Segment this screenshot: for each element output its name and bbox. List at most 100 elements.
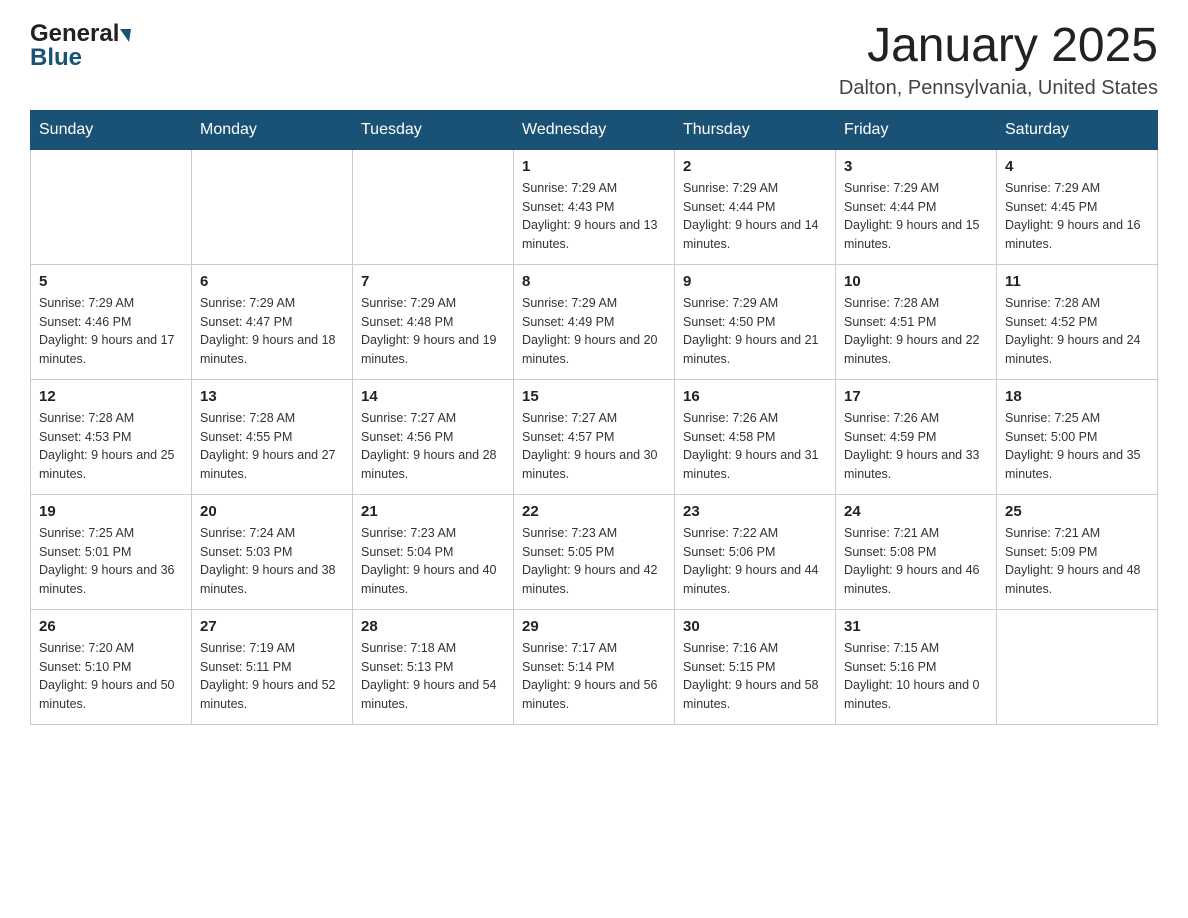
sunset-text: Sunset: 4:44 PM [683, 198, 827, 217]
daylight-text: Daylight: 9 hours and 58 minutes. [683, 676, 827, 714]
calendar-cell: 12Sunrise: 7:28 AMSunset: 4:53 PMDayligh… [31, 379, 192, 494]
sunrise-text: Sunrise: 7:27 AM [522, 409, 666, 428]
day-number: 13 [200, 388, 344, 405]
day-number: 26 [39, 618, 183, 635]
header-thursday: Thursday [675, 110, 836, 149]
daylight-text: Daylight: 9 hours and 36 minutes. [39, 561, 183, 599]
sunrise-text: Sunrise: 7:28 AM [844, 294, 988, 313]
daylight-text: Daylight: 9 hours and 54 minutes. [361, 676, 505, 714]
day-info: Sunrise: 7:29 AMSunset: 4:49 PMDaylight:… [522, 294, 666, 369]
calendar-cell: 3Sunrise: 7:29 AMSunset: 4:44 PMDaylight… [836, 149, 997, 264]
day-info: Sunrise: 7:21 AMSunset: 5:09 PMDaylight:… [1005, 524, 1149, 599]
sunset-text: Sunset: 5:05 PM [522, 543, 666, 562]
day-info: Sunrise: 7:23 AMSunset: 5:04 PMDaylight:… [361, 524, 505, 599]
calendar-cell: 14Sunrise: 7:27 AMSunset: 4:56 PMDayligh… [353, 379, 514, 494]
daylight-text: Daylight: 9 hours and 33 minutes. [844, 446, 988, 484]
sunset-text: Sunset: 5:15 PM [683, 658, 827, 677]
day-info: Sunrise: 7:29 AMSunset: 4:50 PMDaylight:… [683, 294, 827, 369]
daylight-text: Daylight: 9 hours and 15 minutes. [844, 216, 988, 254]
day-number: 15 [522, 388, 666, 405]
calendar-cell: 21Sunrise: 7:23 AMSunset: 5:04 PMDayligh… [353, 494, 514, 609]
daylight-text: Daylight: 9 hours and 19 minutes. [361, 331, 505, 369]
day-info: Sunrise: 7:27 AMSunset: 4:56 PMDaylight:… [361, 409, 505, 484]
day-info: Sunrise: 7:21 AMSunset: 5:08 PMDaylight:… [844, 524, 988, 599]
day-info: Sunrise: 7:28 AMSunset: 4:52 PMDaylight:… [1005, 294, 1149, 369]
day-number: 1 [522, 158, 666, 175]
daylight-text: Daylight: 9 hours and 44 minutes. [683, 561, 827, 599]
calendar-cell: 7Sunrise: 7:29 AMSunset: 4:48 PMDaylight… [353, 264, 514, 379]
sunset-text: Sunset: 5:01 PM [39, 543, 183, 562]
sunset-text: Sunset: 4:58 PM [683, 428, 827, 447]
calendar-cell: 9 Sunrise: 7:29 AMSunset: 4:50 PMDaylight… [675, 264, 836, 379]
calendar-week-row: 1 Sunrise: 7:29 AMSunset: 4:43 PMDaylight… [31, 149, 1158, 264]
header-wednesday: Wednesday [514, 110, 675, 149]
sunset-text: Sunset: 4:50 PM [683, 313, 827, 332]
daylight-text: Daylight: 9 hours and 20 minutes. [522, 331, 666, 369]
sunrise-text: Sunrise: 7:28 AM [200, 409, 344, 428]
sunrise-text: Sunrise: 7:26 AM [844, 409, 988, 428]
header-tuesday: Tuesday [353, 110, 514, 149]
day-info: Sunrise: 7:29 AMSunset: 4:43 PMDaylight:… [522, 179, 666, 254]
calendar-cell: 5Sunrise: 7:29 AMSunset: 4:46 PMDaylight… [31, 264, 192, 379]
header-saturday: Saturday [997, 110, 1158, 149]
sunset-text: Sunset: 4:55 PM [200, 428, 344, 447]
sunrise-text: Sunrise: 7:29 AM [361, 294, 505, 313]
daylight-text: Daylight: 9 hours and 50 minutes. [39, 676, 183, 714]
day-number: 11 [1005, 273, 1149, 290]
sunset-text: Sunset: 5:16 PM [844, 658, 988, 677]
sunrise-text: Sunrise: 7:18 AM [361, 639, 505, 658]
sunrise-text: Sunrise: 7:19 AM [200, 639, 344, 658]
sunrise-text: Sunrise: 7:28 AM [1005, 294, 1149, 313]
daylight-text: Daylight: 9 hours and 24 minutes. [1005, 331, 1149, 369]
sunset-text: Sunset: 4:56 PM [361, 428, 505, 447]
sunset-text: Sunset: 5:03 PM [200, 543, 344, 562]
daylight-text: Daylight: 9 hours and 16 minutes. [1005, 216, 1149, 254]
calendar-cell: 26 Sunrise: 7:20 AMSunset: 5:10 PMDayligh… [31, 609, 192, 724]
day-info: Sunrise: 7:19 AMSunset: 5:11 PMDaylight:… [200, 639, 344, 714]
calendar-cell: 30Sunrise: 7:16 AMSunset: 5:15 PMDayligh… [675, 609, 836, 724]
sunrise-text: Sunrise: 7:29 AM [683, 294, 827, 313]
calendar-cell: 20Sunrise: 7:24 AMSunset: 5:03 PMDayligh… [192, 494, 353, 609]
day-info: Sunrise: 7:20 AMSunset: 5:10 PMDaylight:… [39, 639, 183, 714]
sunset-text: Sunset: 4:52 PM [1005, 313, 1149, 332]
calendar-cell: 4Sunrise: 7:29 AMSunset: 4:45 PMDaylight… [997, 149, 1158, 264]
logo-triangle-icon [120, 29, 131, 42]
daylight-text: Daylight: 9 hours and 27 minutes. [200, 446, 344, 484]
day-number: 8 [522, 273, 666, 290]
sunset-text: Sunset: 4:48 PM [361, 313, 505, 332]
sunrise-text: Sunrise: 7:17 AM [522, 639, 666, 658]
sunrise-text: Sunrise: 7:29 AM [522, 294, 666, 313]
day-number: 31 [844, 618, 988, 635]
sunset-text: Sunset: 4:59 PM [844, 428, 988, 447]
day-info: Sunrise: 7:22 AMSunset: 5:06 PMDaylight:… [683, 524, 827, 599]
daylight-text: Daylight: 9 hours and 18 minutes. [200, 331, 344, 369]
sunset-text: Sunset: 5:04 PM [361, 543, 505, 562]
calendar-cell: 11 Sunrise: 7:28 AMSunset: 4:52 PMDayligh… [997, 264, 1158, 379]
day-number: 12 [39, 388, 183, 405]
calendar-cell: 6Sunrise: 7:29 AMSunset: 4:47 PMDaylight… [192, 264, 353, 379]
day-number: 2 [683, 158, 827, 175]
day-number: 27 [200, 618, 344, 635]
sunrise-text: Sunrise: 7:24 AM [200, 524, 344, 543]
calendar-cell: 22Sunrise: 7:23 AMSunset: 5:05 PMDayligh… [514, 494, 675, 609]
sunrise-text: Sunrise: 7:25 AM [1005, 409, 1149, 428]
daylight-text: Daylight: 9 hours and 56 minutes. [522, 676, 666, 714]
calendar-cell: 2Sunrise: 7:29 AMSunset: 4:44 PMDaylight… [675, 149, 836, 264]
day-info: Sunrise: 7:23 AMSunset: 5:05 PMDaylight:… [522, 524, 666, 599]
day-number: 19 [39, 503, 183, 520]
day-info: Sunrise: 7:26 AMSunset: 4:59 PMDaylight:… [844, 409, 988, 484]
day-info: Sunrise: 7:25 AMSunset: 5:01 PMDaylight:… [39, 524, 183, 599]
calendar-week-row: 12Sunrise: 7:28 AMSunset: 4:53 PMDayligh… [31, 379, 1158, 494]
day-number: 9 [683, 273, 827, 290]
sunrise-text: Sunrise: 7:21 AM [1005, 524, 1149, 543]
calendar-cell [31, 149, 192, 264]
sunset-text: Sunset: 5:09 PM [1005, 543, 1149, 562]
calendar-cell: 16Sunrise: 7:26 AMSunset: 4:58 PMDayligh… [675, 379, 836, 494]
day-number: 3 [844, 158, 988, 175]
sunset-text: Sunset: 5:08 PM [844, 543, 988, 562]
daylight-text: Daylight: 10 hours and 0 minutes. [844, 676, 988, 714]
day-number: 17 [844, 388, 988, 405]
month-year-title: January 2025 [839, 20, 1158, 73]
day-info: Sunrise: 7:28 AMSunset: 4:51 PMDaylight:… [844, 294, 988, 369]
calendar-cell [192, 149, 353, 264]
